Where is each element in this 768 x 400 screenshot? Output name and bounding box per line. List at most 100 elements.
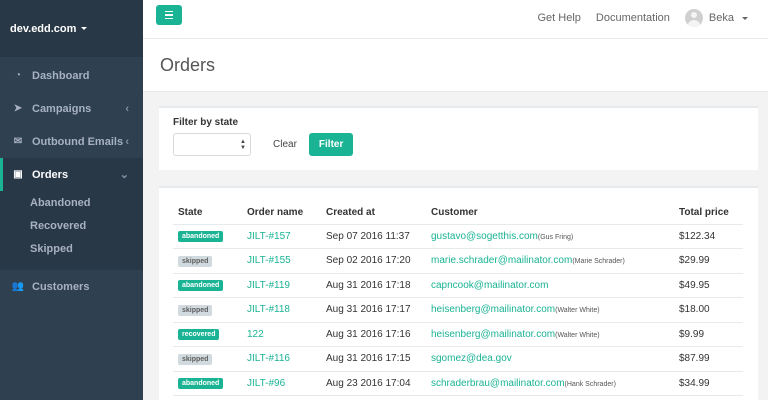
table-header-row: State Order name Created at Customer Tot… [173,202,743,225]
customer-email-link[interactable]: capncook@mailinator.com [431,280,548,291]
filter-panel: Filter by state ▲ ▼ Clear Filter [159,106,758,170]
sidebar-item-label: Orders [32,168,69,181]
sidebar-item-campaigns[interactable]: ➤ Campaigns ‹ [0,92,143,125]
documentation-link[interactable]: Documentation [596,12,670,24]
orders-subnav: Abandoned Recovered Skipped [0,191,143,270]
customer-name: (Gus Fring) [537,233,574,241]
orders-table-panel: State Order name Created at Customer Tot… [159,186,758,400]
created-at: Aug 31 2016 17:18 [321,273,426,298]
sidebar-item-label: Outbound Emails [32,135,124,148]
caret-down-icon [742,16,748,20]
get-help-link[interactable]: Get Help [538,12,581,24]
order-link[interactable]: JILT-#116 [247,353,290,364]
table-row: skipped JILT-#116 Aug 31 2016 17:15 sgom… [173,346,743,372]
order-link[interactable]: 122 [247,329,264,340]
filter-label: Filter by state [173,117,239,128]
status-badge: skipped [178,353,213,365]
users-icon: 👥 [11,281,25,292]
sidebar: dev.edd.com ◔ Dashboard ➤ Campaigns ‹ ✉ … [0,0,143,400]
customer-email-link[interactable]: sgomez@dea.gov [431,353,512,364]
total-price: $49.95 [674,273,743,298]
status-badge: abandoned [178,280,224,292]
sidebar-item-outbound-emails[interactable]: ✉ Outbound Emails ‹ [0,125,143,158]
customer-name: (Marie Schrader) [572,258,625,266]
table-row: abandoned JILT-#96 Aug 23 2016 17:04 sch… [173,371,743,396]
main-content: Get Help Documentation Beka Orders Filte… [143,0,768,400]
sidebar-header: dev.edd.com [0,0,143,57]
chevron-down-icon: ⌄ [119,169,129,181]
customer-email-link[interactable]: gustavo@sogetthis.com [431,231,538,242]
hamburger-line [165,14,173,16]
top-links: Get Help Documentation Beka [538,0,748,36]
total-price: $18.00 [674,297,743,323]
customer-email-link[interactable]: heisenberg@mailinator.com [431,329,555,340]
filter-row: ▲ ▼ Clear Filter [173,133,744,156]
total-price: $34.99 [674,371,743,396]
envelope-icon: ✉ [13,136,23,147]
customer-email-link[interactable]: schraderbrau@mailinator.com [431,378,565,389]
customer-name: (Hank Schrader) [564,380,616,388]
sidebar-item-label: Campaigns [32,102,92,115]
customer-name: (Walter White) [555,307,600,315]
user-name: Beka [708,12,734,24]
status-badge: skipped [178,304,213,316]
avatar [684,9,703,27]
created-at: Aug 23 2016 17:04 [321,371,426,396]
total-price: $122.34 [674,224,743,249]
order-link[interactable]: JILT-#155 [247,255,291,266]
user-menu[interactable]: Beka [684,9,748,27]
select-arrows-icon: ▲ ▼ [240,139,246,151]
table-row: recovered 122 Aug 31 2016 17:16 heisenbe… [173,322,743,347]
sidebar-item-dashboard[interactable]: ◔ Dashboard [0,59,143,92]
customer-email-link[interactable]: heisenberg@mailinator.com [431,304,555,315]
filter-button[interactable]: Filter [308,133,354,156]
sidebar-item-label: Dashboard [32,69,90,82]
created-at: Aug 31 2016 17:16 [321,322,426,347]
site-switcher[interactable]: dev.edd.com [10,22,88,35]
page-title: Orders [160,54,216,75]
caret-down-icon [81,27,88,30]
table-row: skipped JILT-#155 Sep 02 2016 17:20 mari… [173,248,743,274]
money-icon: ▣ [13,169,23,180]
clear-button[interactable]: Clear [273,139,297,150]
table-row: skipped JILT-#118 Aug 31 2016 17:17 heis… [173,297,743,323]
column-header-created-at: Created at [321,202,426,225]
customer-email-link[interactable]: marie.schrader@mailinator.com [431,255,572,266]
tachometer-icon: ◔ [14,70,22,81]
sidebar-item-label: Customers [32,280,90,293]
order-link[interactable]: JILT-#119 [247,280,290,291]
state-select[interactable]: ▲ ▼ [173,133,251,156]
column-header-order-name: Order name [242,202,321,225]
menu-toggle-button[interactable] [156,5,182,25]
total-price: $87.99 [674,346,743,372]
sidebar-item-orders[interactable]: ▣ Orders ⌄ [0,158,143,191]
hamburger-line [165,10,173,13]
paper-plane-icon: ➤ [13,103,23,114]
hamburger-line [165,17,173,20]
created-at: Sep 02 2016 17:20 [321,248,426,274]
order-link[interactable]: JILT-#118 [247,304,290,315]
column-header-state: State [173,202,242,225]
sidebar-subitem-abandoned[interactable]: Abandoned [0,191,143,214]
created-at: Sep 07 2016 11:37 [321,224,426,249]
total-price: $29.99 [674,248,743,274]
status-badge: abandoned [178,378,224,390]
created-at: Aug 31 2016 17:15 [321,346,426,372]
table-row: abandoned JILT-#157 Sep 07 2016 11:37 gu… [173,224,743,249]
column-header-total-price: Total price [674,202,743,225]
customer-name: (Walter White) [555,331,600,339]
site-name: dev.edd.com [10,22,77,35]
table-row: abandoned JILT-#119 Aug 31 2016 17:18 ca… [173,273,743,298]
sidebar-nav: ◔ Dashboard ➤ Campaigns ‹ ✉ Outbound Ema… [0,59,143,303]
column-header-customer: Customer [426,202,674,225]
order-link[interactable]: JILT-#96 [247,378,285,389]
order-link[interactable]: JILT-#157 [247,231,291,242]
sidebar-subitem-skipped[interactable]: Skipped [0,237,143,260]
sidebar-subitem-recovered[interactable]: Recovered [0,214,143,237]
status-badge: abandoned [178,231,224,243]
chevron-left-icon: ‹ [125,135,129,148]
orders-table: State Order name Created at Customer Tot… [173,202,743,396]
status-badge: skipped [178,255,213,267]
sidebar-item-customers[interactable]: 👥 Customers [0,270,143,303]
top-navbar: Get Help Documentation Beka [143,0,768,39]
